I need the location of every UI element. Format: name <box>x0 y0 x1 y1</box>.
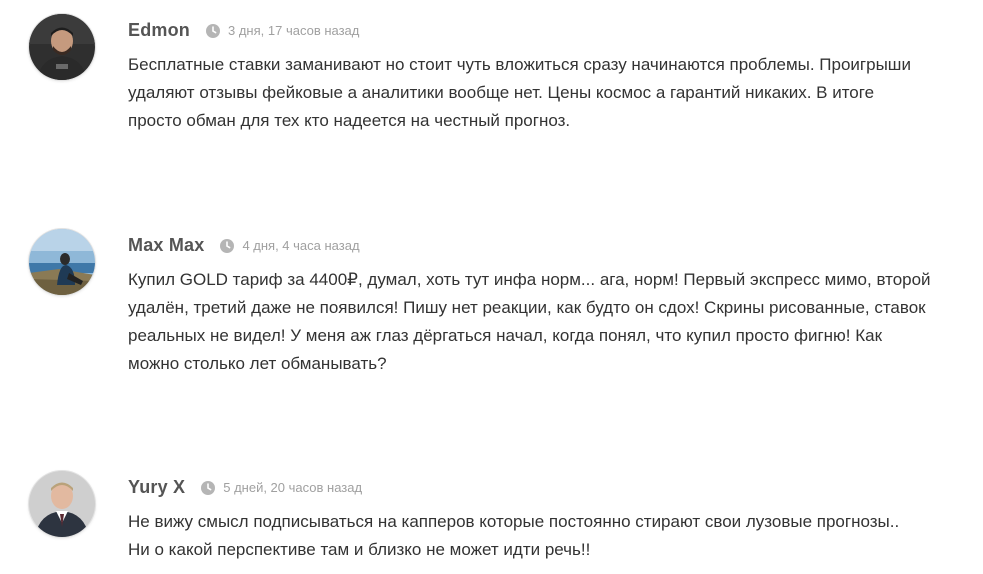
comment-text: Купил GOLD тариф за 4400₽, думал, хоть т… <box>128 266 968 378</box>
clock-icon <box>220 238 235 253</box>
comment-time[interactable]: 4 дня, 4 часа назад <box>242 238 359 253</box>
comment-text-line: Ни о какой перспективе там и близко не м… <box>128 540 591 559</box>
avatar-man-dark-shirt-icon <box>29 14 95 80</box>
comment-text-line: Купил GOLD тариф за 4400₽, думал, хоть т… <box>128 270 931 289</box>
avatar-seaside-photo-icon <box>29 229 95 295</box>
comment-meta: Max Max 4 дня, 4 часа назад <box>128 235 360 256</box>
comment-time[interactable]: 3 дня, 17 часов назад <box>228 23 359 38</box>
comment-text-line: Бесплатные ставки заманивают но стоит чу… <box>128 55 911 74</box>
clock-icon <box>201 480 216 495</box>
comment-text-line: просто обман для тех кто надеется на чес… <box>128 111 571 130</box>
avatar[interactable] <box>29 471 95 537</box>
comment-time[interactable]: 5 дней, 20 часов назад <box>223 480 362 495</box>
comment-text: Бесплатные ставки заманивают но стоит чу… <box>128 51 968 135</box>
comment-text-line: можно столько лет обманывать? <box>128 354 387 373</box>
avatar-man-suit-icon <box>29 471 95 537</box>
comment-text-line: реальных не видел! У меня аж глаз дёргат… <box>128 326 883 345</box>
author-name[interactable]: Yury X <box>128 477 185 498</box>
author-name[interactable]: Max Max <box>128 235 204 256</box>
comment-meta: Edmon 3 дня, 17 часов назад <box>128 20 359 41</box>
comment-text-line: Не вижу смысл подписываться на капперов … <box>128 512 900 531</box>
avatar[interactable] <box>29 14 95 80</box>
avatar[interactable] <box>29 229 95 295</box>
comments-list: Edmon 3 дня, 17 часов назад Бесплатные с… <box>0 0 983 574</box>
comment-meta: Yury X 5 дней, 20 часов назад <box>128 477 362 498</box>
comment-text: Не вижу смысл подписываться на капперов … <box>128 508 968 564</box>
comment-text-line: удаляют отзывы фейковые а аналитики вооб… <box>128 83 875 102</box>
comment-text-line: удалён, третий даже не появился! Пишу не… <box>128 298 926 317</box>
clock-icon <box>206 23 220 38</box>
author-name[interactable]: Edmon <box>128 20 190 41</box>
